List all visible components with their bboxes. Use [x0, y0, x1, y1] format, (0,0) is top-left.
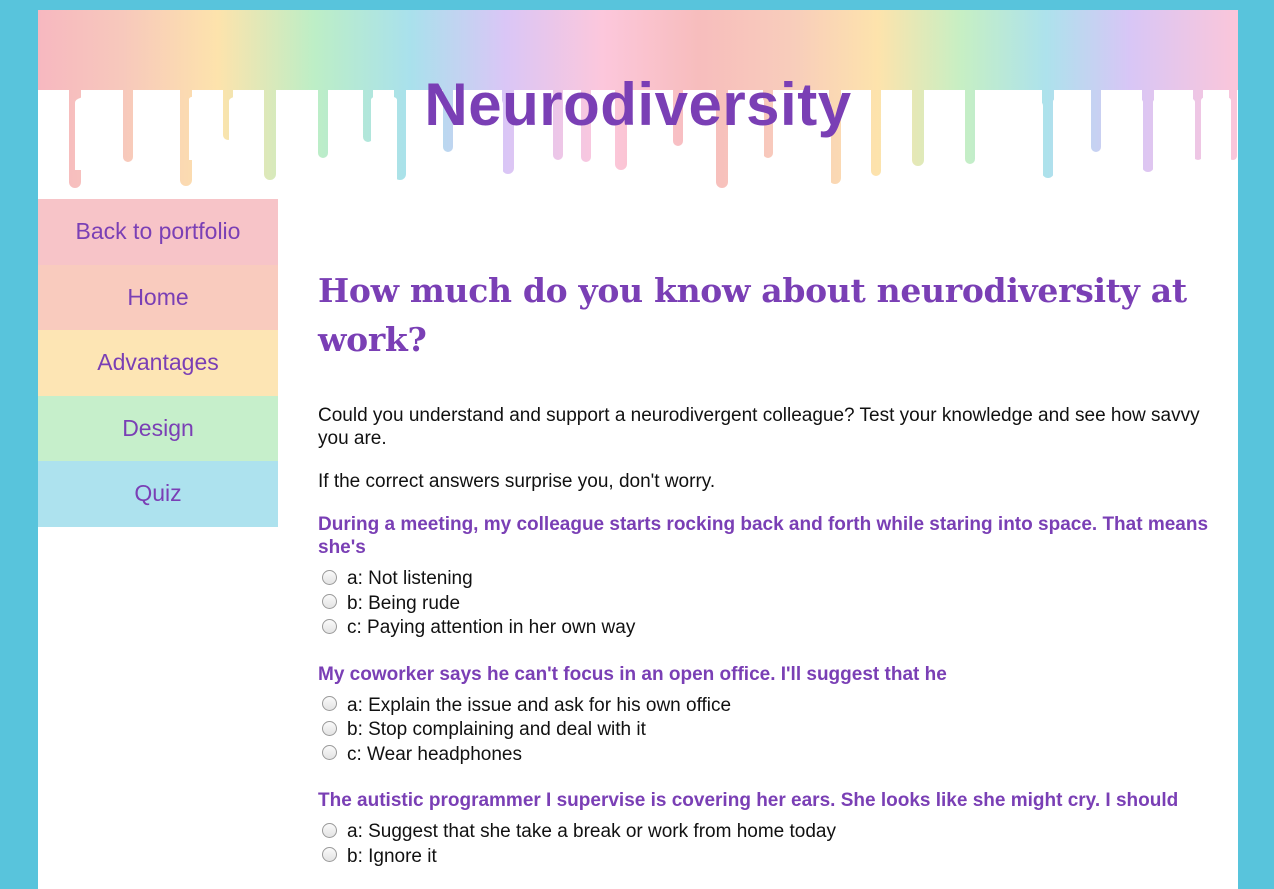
radio-button[interactable] — [322, 618, 337, 634]
radio-button[interactable] — [322, 720, 337, 736]
answer-options: a: Not listening b: Being rude c: Paying… — [318, 567, 1218, 641]
quiz-question-3: The autistic programmer I supervise is c… — [318, 789, 1218, 869]
nav-advantages[interactable]: Advantages — [38, 330, 278, 396]
radio-button[interactable] — [322, 569, 337, 585]
answer-option[interactable]: b: Stop complaining and deal with it — [318, 718, 1218, 743]
answer-label: c: Paying attention in her own way — [347, 617, 636, 639]
answer-option[interactable]: a: Explain the issue and ask for his own… — [318, 694, 1218, 719]
radio-button[interactable] — [322, 745, 337, 761]
question-text: The autistic programmer I supervise is c… — [318, 790, 1179, 811]
intro-paragraph-1: Could you understand and support a neuro… — [318, 405, 1200, 449]
answer-option[interactable]: b: Ignore it — [318, 845, 1218, 870]
answer-label: c: Wear headphones — [347, 743, 522, 765]
answer-option[interactable]: c: Paying attention in her own way — [318, 616, 1218, 641]
main-content: How much do you know about neurodiversit… — [318, 266, 1218, 889]
intro-paragraph-2: If the correct answers surprise you, don… — [318, 471, 716, 492]
rainbow-drip-header: Neurodiversity — [38, 10, 1238, 200]
answer-label: a: Not listening — [347, 568, 473, 590]
page-heading: How much do you know about neurodiversit… — [318, 271, 1187, 359]
nav-home[interactable]: Home — [38, 264, 278, 330]
sidebar-nav: Back to portfolio Home Advantages Design… — [38, 199, 278, 527]
quiz-question-1: During a meeting, my colleague starts ro… — [318, 513, 1218, 641]
answer-label: a: Explain the issue and ask for his own… — [347, 694, 732, 716]
answer-options: a: Suggest that she take a break or work… — [318, 820, 1218, 869]
page-container: Neurodiversity Back to portfolio Home Ad… — [38, 10, 1238, 889]
quiz-question-2: My coworker says he can't focus in an op… — [318, 663, 1218, 768]
nav-back-to-portfolio[interactable]: Back to portfolio — [38, 199, 278, 265]
nav-design[interactable]: Design — [38, 395, 278, 461]
site-title: Neurodiversity — [424, 71, 852, 138]
question-text: My coworker says he can't focus in an op… — [318, 663, 947, 685]
answer-label: b: Being rude — [347, 592, 461, 614]
nav-quiz[interactable]: Quiz — [38, 461, 278, 527]
radio-button[interactable] — [322, 696, 337, 712]
answer-label: b: Ignore it — [347, 845, 437, 867]
radio-button[interactable] — [322, 847, 337, 863]
question-text: During a meeting, my colleague starts ro… — [318, 514, 1209, 558]
answer-options: a: Explain the issue and ask for his own… — [318, 694, 1218, 768]
answer-label: a: Suggest that she take a break or work… — [347, 821, 836, 843]
answer-option[interactable]: a: Not listening — [318, 567, 1218, 592]
answer-option[interactable]: c: Wear headphones — [318, 743, 1218, 768]
answer-label: b: Stop complaining and deal with it — [347, 719, 646, 741]
radio-button[interactable] — [322, 594, 337, 610]
answer-option[interactable]: b: Being rude — [318, 592, 1218, 617]
radio-button[interactable] — [322, 822, 337, 838]
answer-option[interactable]: a: Suggest that she take a break or work… — [318, 820, 1218, 845]
